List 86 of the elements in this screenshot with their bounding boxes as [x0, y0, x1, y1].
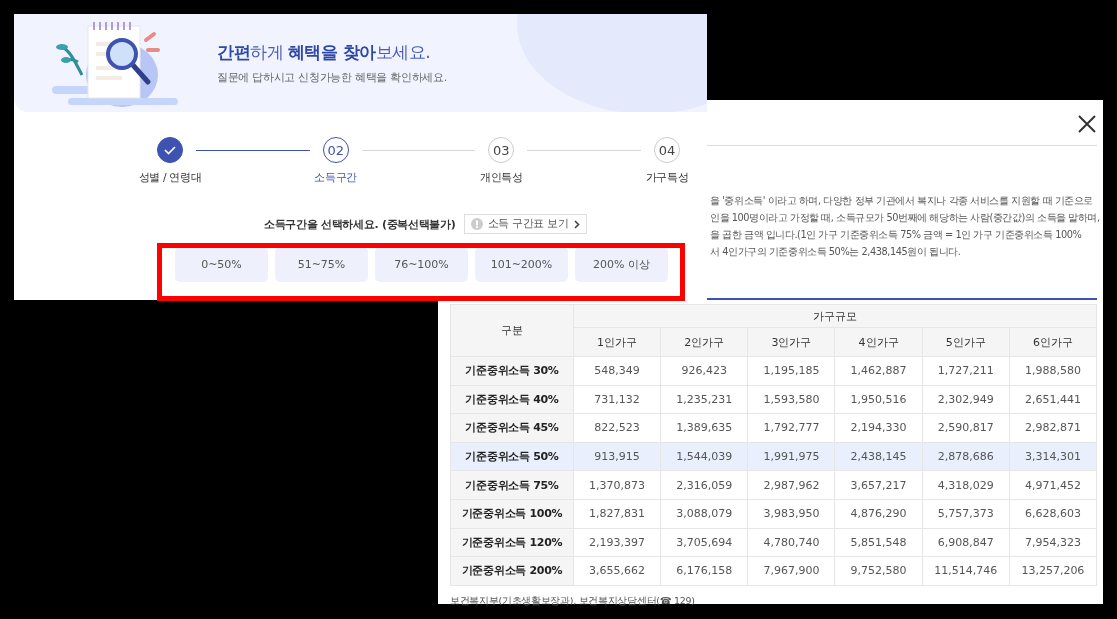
- income-range-option[interactable]: 101~200%: [475, 247, 568, 282]
- step-label: 개인특성: [479, 171, 523, 185]
- question-text: 소득구간을 선택하세요. (중복선택불가): [264, 216, 456, 232]
- banner-subtitle: 질문에 답하시고 신청가능한 혜택을 확인하세요.: [217, 70, 447, 85]
- step-number[interactable]: 03: [488, 137, 515, 163]
- row-header: 기준중위소득 100%: [450, 499, 574, 529]
- table-cell: 926,423: [660, 356, 748, 386]
- table-cell: 4,780,740: [747, 528, 835, 557]
- income-range-option[interactable]: 200% 이상: [575, 247, 668, 282]
- row-header: 기준중위소득 120%: [450, 528, 574, 557]
- table-cell: 2,651,441: [1009, 385, 1097, 414]
- banner-title: 간편하게 혜택을 찾아보세요.: [217, 41, 432, 64]
- table-cell: 3,705,694: [660, 528, 748, 557]
- table-cell: 2,987,962: [747, 470, 835, 500]
- table-cell: 2,878,686: [922, 442, 1010, 471]
- table-cell: 3,983,950: [747, 499, 835, 529]
- table-cell: 4,876,290: [834, 499, 923, 529]
- table-cell: 1,389,635: [660, 413, 748, 443]
- table-cell: 6,176,158: [660, 556, 748, 586]
- column-header: 1인가구: [573, 327, 661, 357]
- row-header: 기준중위소득 50%: [450, 442, 574, 471]
- table-cell: 1,950,516: [834, 385, 923, 414]
- step-label: 성별 / 연령대: [138, 171, 202, 185]
- table-cell: 7,954,323: [1009, 528, 1097, 557]
- table-cell: 1,827,831: [573, 499, 661, 529]
- table-cell: 6,908,847: [922, 528, 1010, 557]
- table-cell: 1,727,211: [922, 356, 1010, 386]
- step-label: 소득구간: [314, 171, 358, 185]
- table-cell: 1,370,873: [573, 470, 661, 500]
- table-cell: 3,314,301: [1009, 442, 1097, 471]
- group-header: 가구규모: [573, 304, 1097, 328]
- table-cell: 4,318,029: [922, 470, 1010, 500]
- table-cell: 3,655,662: [573, 556, 661, 586]
- table-cell: 1,991,975: [747, 442, 835, 471]
- table-cell: 3,088,079: [660, 499, 748, 529]
- income-range-option[interactable]: 51~75%: [275, 247, 368, 282]
- table-cell: 2,590,817: [922, 413, 1010, 443]
- table-cell: 2,316,059: [660, 470, 748, 500]
- step-label: 가구특성: [645, 171, 689, 185]
- column-header: 2인가구: [660, 327, 748, 357]
- check-icon[interactable]: [157, 137, 183, 163]
- income-range-option[interactable]: 76~100%: [375, 247, 468, 282]
- table-cell: 2,982,871: [1009, 413, 1097, 443]
- table-cell: 548,349: [573, 356, 661, 386]
- close-icon[interactable]: [1078, 115, 1096, 133]
- table-cell: 1,195,185: [747, 356, 835, 386]
- table-cell: 1,235,231: [660, 385, 748, 414]
- step-number[interactable]: 04: [654, 137, 680, 163]
- row-header: 기준중위소득 30%: [450, 356, 574, 386]
- table-cell: 2,193,397: [573, 528, 661, 557]
- table-cell: 1,462,887: [834, 356, 923, 386]
- table-cell: 3,657,217: [834, 470, 923, 500]
- row-header: 기준중위소득 200%: [450, 556, 574, 586]
- table-cell: 2,302,949: [922, 385, 1010, 414]
- table-cell: 9,752,580: [834, 556, 923, 586]
- column-header: 6인가구: [1009, 327, 1097, 357]
- table-cell: 2,438,145: [834, 442, 923, 471]
- table-cell: 1,593,580: [747, 385, 835, 414]
- table-cell: 1,988,580: [1009, 356, 1097, 386]
- row-header: 기준중위소득 40%: [450, 385, 574, 414]
- description-text: 을 '중위소득' 이라고 하며, 다양한 정부 기관에서 복지나 각종 서비스를 지원할 때 기준으로 인을 100명이라고 가정할 때, 소득규모가 50번째에 해당하는 사람(중간값)의 소득을 말하며, 을 곱한 금액 입니다.(1인 가구 기준중위소득 75% 금액 = 1인 가구 기준중위소득 100% 서 4인가구의 기준중위소득 50%는 2,438,145원이 됩니다.: [710, 194, 1097, 259]
- table-cell: 4,971,452: [1009, 470, 1097, 500]
- step-number[interactable]: 02: [322, 137, 349, 163]
- row-header: 기준중위소득 45%: [450, 413, 574, 443]
- alert-icon: [470, 218, 483, 230]
- table-cell: 7,967,900: [747, 556, 835, 586]
- row-header: 기준중위소득 75%: [450, 470, 574, 500]
- source-text: 보건복지부(기초생활보장과), 보건복지상담센터(☎ 129): [450, 594, 696, 608]
- column-header: 5인가구: [922, 327, 1010, 357]
- table-cell: 822,523: [573, 413, 661, 443]
- income-table-button[interactable]: 소득 구간표 보기: [463, 214, 587, 234]
- table-cell: 2,194,330: [834, 413, 923, 443]
- table-cell: 731,132: [573, 385, 661, 414]
- table-cell: 1,792,777: [747, 413, 835, 443]
- chevron-right-icon: [573, 219, 580, 229]
- table-cell: 6,628,603: [1009, 499, 1097, 529]
- table-cell: 11,514,746: [922, 556, 1010, 586]
- table-cell: 913,915: [573, 442, 661, 471]
- column-header: 3인가구: [747, 327, 835, 357]
- income-range-option[interactable]: 0~50%: [175, 247, 268, 282]
- table-cell: 5,851,548: [834, 528, 923, 557]
- table-cell: 5,757,373: [922, 499, 1010, 529]
- table-cell: 13,257,206: [1009, 556, 1097, 586]
- column-header: 4인가구: [834, 327, 923, 357]
- table-cell: 1,544,039: [660, 442, 748, 471]
- column-header: 구분: [450, 304, 574, 357]
